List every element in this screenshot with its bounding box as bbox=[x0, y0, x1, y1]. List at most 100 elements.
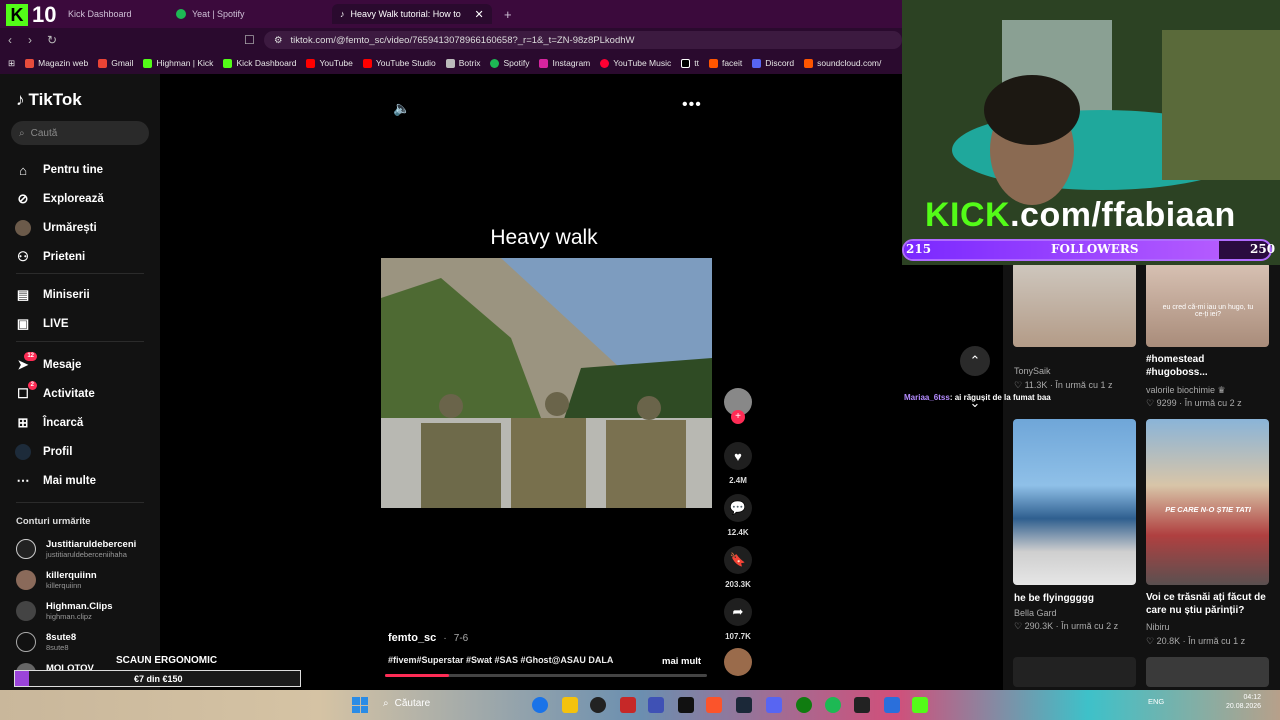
taskbar-app-icon[interactable] bbox=[884, 697, 900, 713]
tab-kick-dashboard[interactable]: Kick Dashboard bbox=[60, 4, 140, 24]
bookmark-item[interactable]: faceit bbox=[708, 58, 742, 68]
video-hashtags[interactable]: #fivem#Superstar #Swat #SAS #Ghost@ASAU … bbox=[388, 655, 613, 665]
followed-account[interactable]: Justitiaruldeberceni justitiaruldeberceni… bbox=[16, 539, 136, 559]
nav-activity[interactable]: ☐ 2 Activitate bbox=[15, 381, 95, 404]
bookmark-item[interactable]: tt bbox=[681, 58, 699, 68]
nav-following[interactable]: Urmărești bbox=[15, 218, 97, 238]
close-tab-icon[interactable]: ✕ bbox=[475, 8, 484, 21]
feed-thumbnail[interactable] bbox=[1013, 657, 1136, 687]
followed-account[interactable]: killerquiinn killerquiinn bbox=[16, 570, 97, 590]
card-stats: ♡ 290.3K · În urmă cu 2 z bbox=[1014, 621, 1119, 631]
apps-icon[interactable]: ⊞ bbox=[8, 58, 15, 69]
bookmark-label: Highman | Kick bbox=[156, 58, 214, 68]
feed-thumbnail[interactable] bbox=[1013, 262, 1136, 347]
bookmark-item[interactable]: Instagram bbox=[539, 58, 590, 68]
bookmark-item[interactable]: Kick Dashboard bbox=[223, 58, 296, 68]
scroll-up-button[interactable]: ⌃ bbox=[960, 346, 990, 376]
new-tab-button[interactable]: + bbox=[496, 4, 520, 24]
video-player-area: 🔈 ••• Heavy walk + ♥ 2.4M 💬 12.4K 🔖 203.… bbox=[160, 74, 902, 690]
xbox-icon[interactable] bbox=[796, 697, 812, 713]
nav-upload[interactable]: ⊞ Încarcă bbox=[15, 413, 84, 433]
video-progress-fill bbox=[385, 674, 450, 677]
followers-current: 215 bbox=[906, 242, 932, 256]
spotify-icon[interactable] bbox=[825, 697, 841, 713]
like-button[interactable]: ♥ 2.4M bbox=[722, 442, 754, 485]
forward-icon[interactable]: › bbox=[28, 33, 32, 47]
feed-thumbnail[interactable]: eu cred că-mi iau un hugo, tu ce-ți iei? bbox=[1146, 262, 1269, 347]
taskbar-app-icon[interactable] bbox=[648, 697, 664, 713]
feed-thumbnail[interactable]: PE CARE N-O ȘTIE TATI bbox=[1146, 419, 1269, 585]
tab-tiktok[interactable]: ♪ Heavy Walk tutorial: How to wal... ✕ bbox=[332, 4, 492, 24]
bookmark-item[interactable]: Gmail bbox=[98, 58, 133, 68]
folder-icon[interactable] bbox=[562, 697, 578, 713]
taskbar-app-icon[interactable] bbox=[620, 697, 636, 713]
brave-icon[interactable] bbox=[706, 697, 722, 713]
tiktok-logo[interactable]: ♪ TikTok bbox=[16, 90, 82, 110]
taskbar-app-icon[interactable] bbox=[678, 697, 694, 713]
bookmark-item[interactable]: soundcloud.com/ bbox=[804, 58, 881, 68]
nav-more[interactable]: ⋯ Mai multe bbox=[15, 471, 97, 491]
follow-plus-icon[interactable]: + bbox=[731, 410, 745, 424]
windows-start-icon[interactable] bbox=[352, 697, 368, 713]
clock-time: 04:12 bbox=[1243, 694, 1262, 701]
card-title[interactable]: he be flyinggggg bbox=[1014, 592, 1094, 605]
thumbnail-caption: PE CARE N-O ȘTIE TATI bbox=[1165, 505, 1251, 514]
card-author[interactable]: TonySaik bbox=[1014, 366, 1051, 376]
language-indicator[interactable]: ENG bbox=[1148, 697, 1164, 706]
taskbar-clock[interactable]: 04:12 20.08.2026 bbox=[1226, 693, 1261, 711]
followed-account[interactable]: Highman.Clips highman.clipz bbox=[16, 601, 113, 621]
bookmark-item[interactable]: Spotify bbox=[490, 58, 529, 68]
comment-button[interactable]: 💬 12.4K bbox=[722, 494, 754, 537]
bookmark-item[interactable]: YouTube Studio bbox=[362, 58, 436, 68]
save-button[interactable]: 🔖 203.3K bbox=[722, 546, 754, 589]
profile-icon bbox=[15, 444, 31, 460]
bookmark-item[interactable]: Highman | Kick bbox=[143, 58, 213, 68]
share-button[interactable]: ➦ 107.7K bbox=[722, 598, 754, 641]
account-name: 8sute8 bbox=[46, 631, 77, 643]
site-info-icon[interactable]: ⚙ bbox=[274, 35, 283, 46]
nav-for-you[interactable]: ⌂ Pentru tine bbox=[15, 160, 103, 180]
nav-label: LIVE bbox=[43, 318, 69, 330]
bookmark-item[interactable]: Magazin web bbox=[25, 58, 88, 68]
nav-friends[interactable]: ⚇ Prieteni bbox=[15, 247, 85, 267]
nav-messages[interactable]: ➤ 12 Mesaje bbox=[15, 352, 82, 375]
card-author[interactable]: Nibiru bbox=[1146, 622, 1170, 632]
more-caption-link[interactable]: mai mult bbox=[662, 656, 701, 667]
nav-profile[interactable]: Profil bbox=[15, 442, 72, 462]
taskbar-app-icon[interactable] bbox=[532, 697, 548, 713]
discord-icon[interactable] bbox=[766, 697, 782, 713]
video-frame[interactable] bbox=[381, 258, 712, 508]
nav-explore[interactable]: ⊘ Explorează bbox=[15, 189, 104, 209]
reload-icon[interactable]: ↻ bbox=[47, 33, 57, 47]
taskbar-app-icon[interactable] bbox=[590, 697, 606, 713]
video-author[interactable]: femto_sc · 7-6 bbox=[388, 632, 468, 644]
nav-miniseries[interactable]: ▤ Miniserii bbox=[15, 285, 90, 305]
followed-account[interactable]: 8sute8 8sute8 bbox=[16, 632, 76, 652]
tab-spotify[interactable]: Yeat | Spotify bbox=[168, 4, 253, 24]
card-title[interactable]: Voi ce trăsnăi ați făcut de care nu știu… bbox=[1146, 591, 1268, 617]
nav-live[interactable]: ▣ LIVE bbox=[15, 314, 69, 334]
bookmark-item[interactable]: YouTube bbox=[306, 58, 353, 68]
volume-icon[interactable]: 🔈 bbox=[393, 100, 410, 117]
music-disc-button[interactable] bbox=[722, 648, 754, 676]
nav-label: Mesaje bbox=[43, 359, 82, 371]
taskbar-app-icon[interactable] bbox=[912, 697, 928, 713]
more-options-icon[interactable]: ••• bbox=[682, 96, 702, 114]
taskbar-search[interactable]: ⌕ Căutare bbox=[383, 698, 430, 709]
back-icon[interactable]: ‹ bbox=[8, 33, 12, 47]
bookmark-item[interactable]: YouTube Music bbox=[600, 58, 671, 68]
card-author[interactable]: Bella Gard bbox=[1014, 608, 1057, 618]
card-author[interactable]: valorile biochimie ♛ bbox=[1146, 385, 1226, 396]
video-progress-bar[interactable] bbox=[385, 674, 707, 677]
bookmark-item[interactable]: Discord bbox=[752, 58, 794, 68]
bookmark-item[interactable]: Botrix bbox=[445, 58, 480, 68]
feed-thumbnail[interactable] bbox=[1146, 657, 1269, 687]
address-bar[interactable]: ⚙ tiktok.com/@femto_sc/video/76594130789… bbox=[264, 31, 902, 49]
bookmark-icon[interactable]: ☐ bbox=[244, 33, 255, 47]
search-input[interactable]: ⌕ Caută bbox=[11, 121, 149, 145]
taskbar-app-icon[interactable] bbox=[854, 697, 870, 713]
card-title[interactable]: #homestead #hugoboss... bbox=[1146, 353, 1256, 379]
author-avatar-button[interactable]: + bbox=[722, 388, 754, 424]
feed-thumbnail[interactable] bbox=[1013, 419, 1136, 585]
steam-icon[interactable] bbox=[736, 697, 752, 713]
